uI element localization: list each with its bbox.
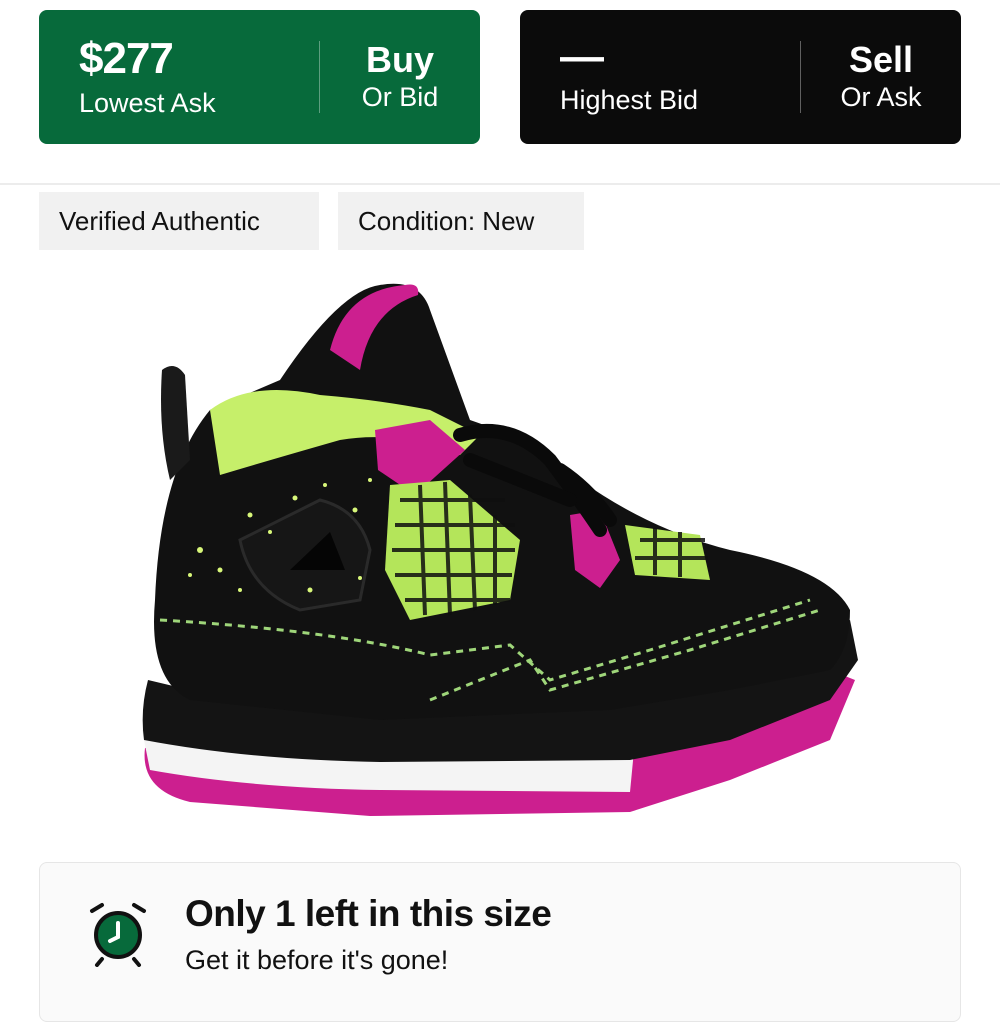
or-bid-label: Or Bid [361, 82, 439, 112]
lowest-ask-price: $277 [79, 34, 174, 83]
lowest-ask-label: Lowest Ask [79, 88, 216, 118]
condition-tag: Condition: New [338, 192, 584, 250]
verified-authentic-tag: Verified Authentic [39, 192, 319, 250]
low-stock-card: Only 1 left in this size Get it before i… [39, 862, 961, 1022]
sell-or-ask-button[interactable]: — Highest Bid Sell Or Ask [520, 10, 961, 144]
buy-or-bid-button[interactable]: $277 Lowest Ask Buy Or Bid [39, 10, 480, 144]
highest-bid-value: — [560, 32, 604, 81]
highest-bid-label: Highest Bid [560, 85, 699, 115]
low-stock-title: Only 1 left in this size [185, 893, 552, 934]
highest-bid-block: — Highest Bid [520, 32, 800, 117]
sell-action: Sell Or Ask [801, 40, 961, 114]
sneaker-image [142, 283, 858, 816]
low-stock-subtitle: Get it before it's gone! [185, 945, 449, 975]
section-divider [0, 183, 1000, 185]
sell-label: Sell [848, 39, 914, 80]
buy-label: Buy [365, 39, 434, 80]
buy-action: Buy Or Bid [320, 40, 480, 114]
alarm-clock-icon [90, 903, 146, 967]
lowest-ask-block: $277 Lowest Ask [39, 34, 319, 120]
or-ask-label: Or Ask [840, 82, 922, 112]
